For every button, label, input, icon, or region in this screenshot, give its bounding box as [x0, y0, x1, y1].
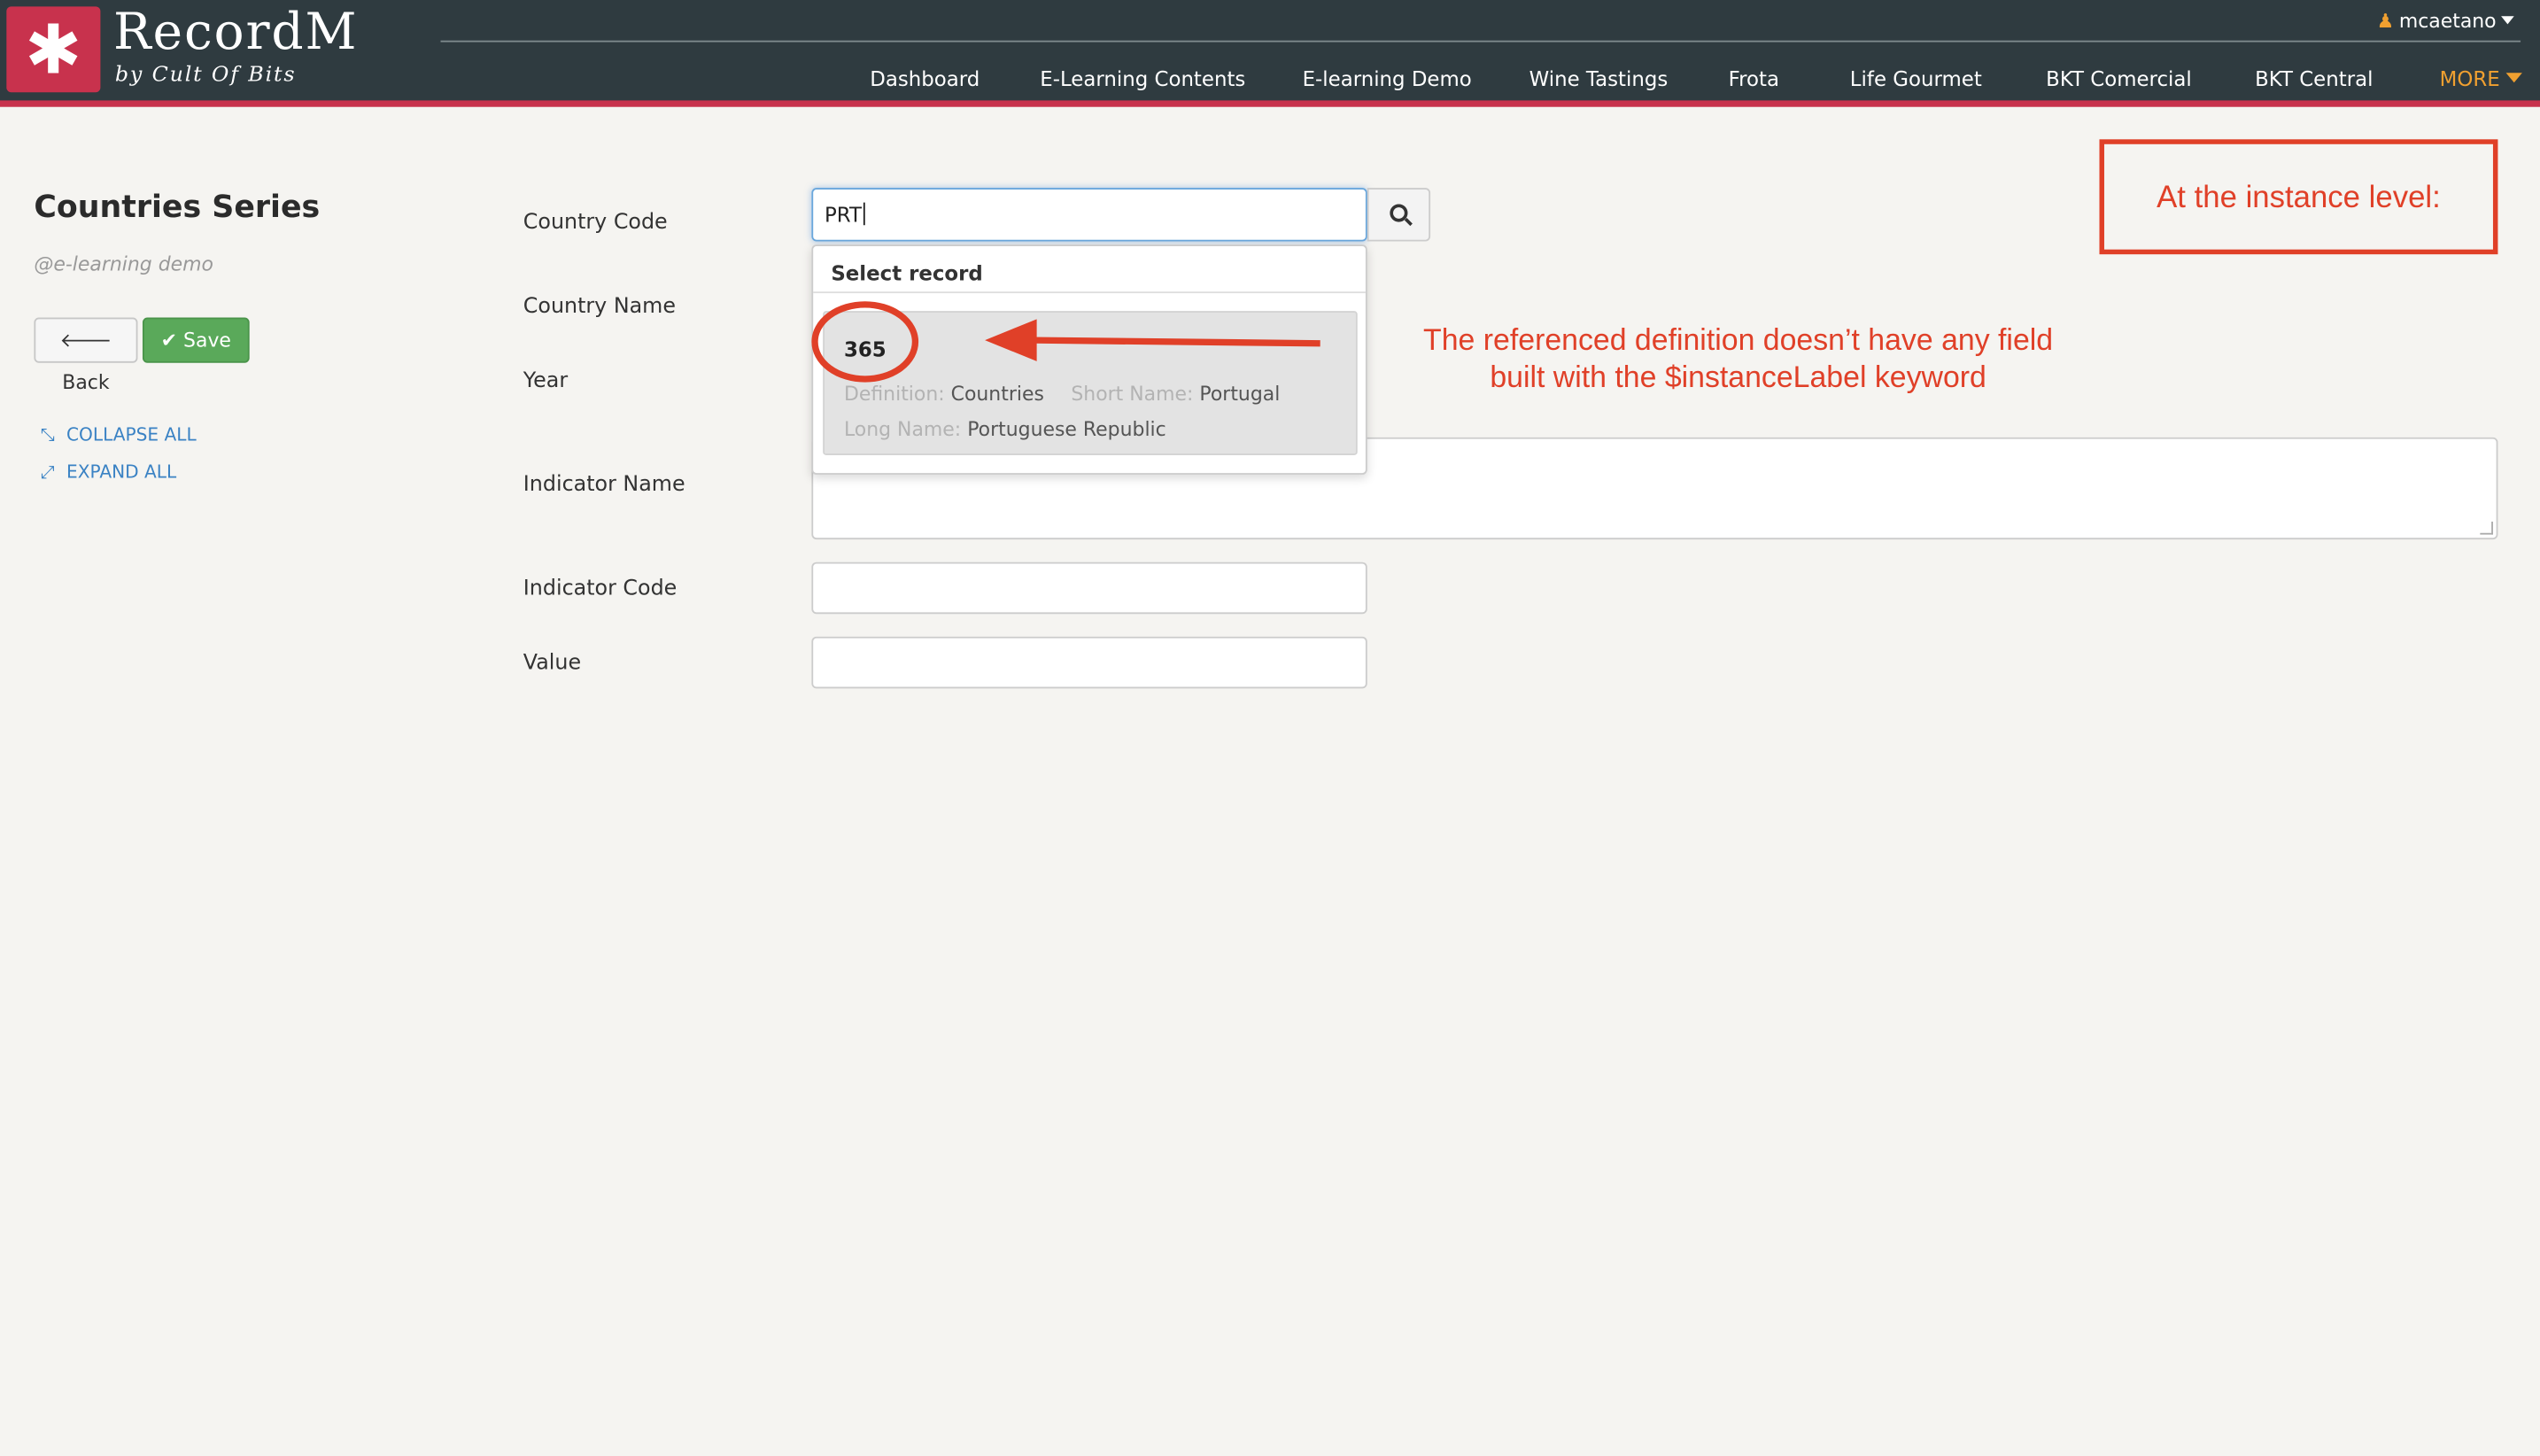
indicator-name-label: Indicator Name: [523, 473, 685, 498]
resize-handle-icon[interactable]: [2480, 521, 2493, 535]
arrow-left-icon: 🡐: [59, 329, 112, 352]
definition-key: Definition:: [843, 382, 945, 406]
annotation-note-line-1: The referenced definition doesn’t have a…: [1423, 321, 2054, 357]
back-button-label: Back: [62, 370, 110, 394]
page-subtitle: @e-learning demo: [34, 252, 213, 275]
compress-icon: ⤡: [40, 424, 55, 445]
short-name-key: Short Name:: [1071, 382, 1194, 406]
navbar-accent-stripe: [0, 100, 2540, 107]
nav-item-e-learning-contents[interactable]: E-Learning Contents: [1040, 66, 1245, 92]
collapse-all-link[interactable]: ⤡ COLLAPSE ALL: [41, 424, 197, 447]
nav-item-frota[interactable]: Frota: [1729, 66, 1779, 92]
brand-tagline: by Cult Of Bits: [114, 63, 297, 88]
long-name-value: Portuguese Republic: [967, 417, 1166, 441]
value-label: Value: [523, 651, 582, 676]
back-button[interactable]: 🡐 Back: [34, 317, 138, 393]
record-meta-line-2: Long Name: Portuguese Republic: [844, 416, 1166, 442]
expand-all-label: EXPAND ALL: [66, 461, 177, 484]
person-icon: ♟: [2376, 9, 2395, 33]
annotation-box-text: At the instance level:: [2157, 181, 2441, 216]
nav-item-e-learning-demo[interactable]: E-learning Demo: [1303, 66, 1472, 92]
chevron-down-icon: [2505, 73, 2523, 83]
search-button[interactable]: [1367, 188, 1431, 242]
save-button-label: Save: [183, 329, 231, 352]
chevron-down-icon: [2501, 16, 2514, 25]
annotation-note-line-2: built with the $instanceLabel keyword: [1490, 360, 1986, 394]
record-option[interactable]: 365 Definition: Countries Short Name: Po…: [823, 311, 1358, 455]
nav-more-label: MORE: [2439, 66, 2500, 91]
country-code-value: PRT: [825, 202, 865, 228]
navbar-divider: [440, 40, 2521, 43]
country-name-label: Country Name: [523, 294, 676, 320]
user-name: mcaetano: [2398, 9, 2497, 33]
expand-all-link[interactable]: ⤢ EXPAND ALL: [41, 461, 176, 484]
indicator-code-input[interactable]: [811, 561, 1367, 615]
annotation-box: At the instance level:: [2099, 139, 2498, 255]
nav-item-dashboard[interactable]: Dashboard: [870, 66, 980, 92]
collapse-all-label: COLLAPSE ALL: [66, 424, 197, 445]
check-icon: ✔: [160, 329, 178, 352]
record-select-dropdown: Select record 365 Definition: Countries …: [811, 244, 1367, 475]
record-id: 365: [843, 337, 887, 361]
annotation-note: The referenced definition doesn’t have a…: [1369, 321, 2108, 395]
year-label: Year: [523, 369, 569, 394]
top-navbar: ✱ RecordM by Cult Of Bits ♟ mcaetano Dash…: [0, 0, 2540, 103]
long-name-key: Long Name:: [843, 417, 962, 441]
expand-icon: ⤢: [40, 461, 55, 484]
nav-item-wine-tastings[interactable]: Wine Tastings: [1529, 66, 1669, 92]
short-name-value: Portugal: [1199, 382, 1281, 406]
definition-value: Countries: [950, 382, 1044, 406]
record-meta-line-1: Definition: Countries Short Name: Portug…: [844, 381, 1280, 407]
asterisk-icon: ✱: [25, 9, 82, 89]
nav-item-bkt-comercial[interactable]: BKT Comercial: [2046, 66, 2192, 92]
indicator-code-label: Indicator Code: [523, 577, 678, 601]
country-code-input[interactable]: PRT: [811, 188, 1367, 242]
value-input[interactable]: [811, 636, 1367, 689]
dropdown-divider: [813, 291, 1366, 294]
brand-name[interactable]: RecordM: [113, 4, 358, 62]
page-title: Countries Series: [34, 190, 321, 226]
app-logo[interactable]: ✱: [6, 6, 101, 93]
dropdown-header: Select record: [831, 260, 983, 285]
save-button[interactable]: ✔ Save: [142, 317, 250, 363]
nav-item-bkt-central[interactable]: BKT Central: [2255, 66, 2373, 92]
nav-item-life-gourmet[interactable]: Life Gourmet: [1850, 66, 1982, 92]
nav-more-menu[interactable]: MORE: [2440, 66, 2523, 92]
country-code-label: Country Code: [523, 210, 668, 236]
user-menu[interactable]: ♟ mcaetano: [2377, 8, 2514, 34]
